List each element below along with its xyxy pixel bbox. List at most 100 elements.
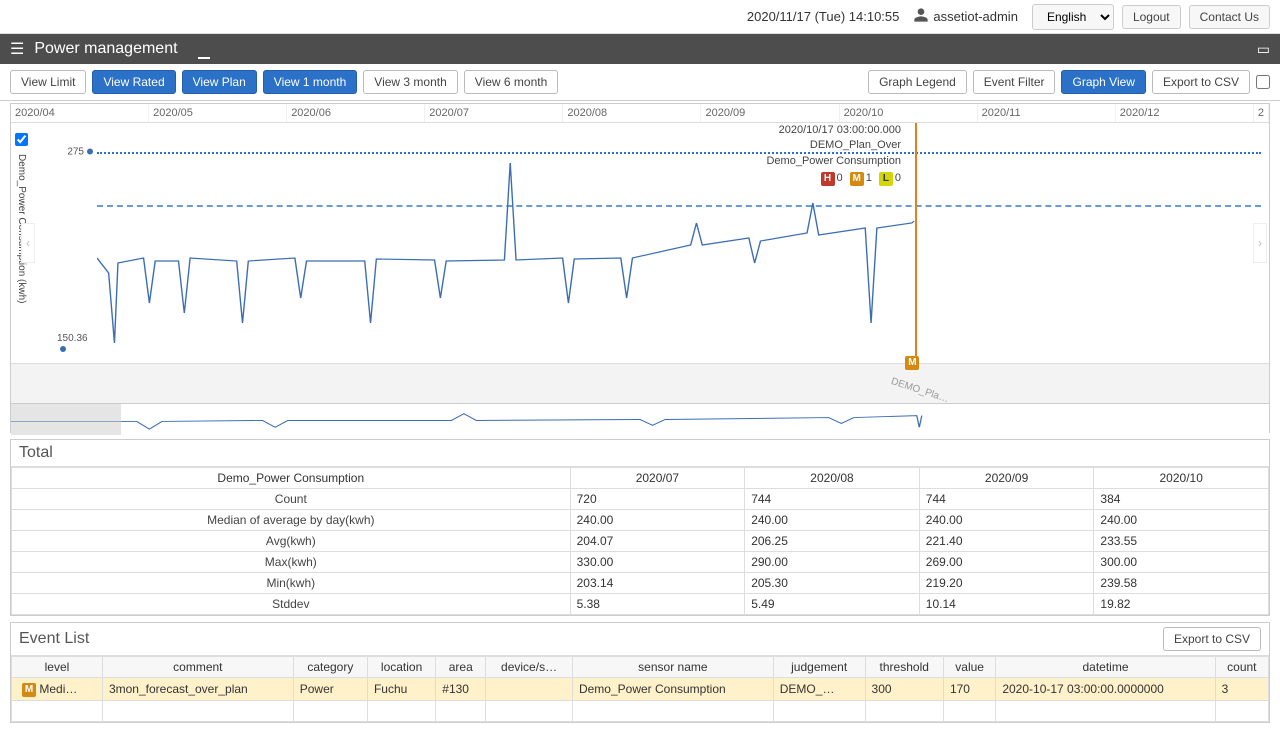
clock-text: 2020/11/17 (Tue) 14:10:55 — [747, 9, 900, 24]
view-limit-button[interactable]: View Limit — [10, 70, 86, 94]
x-axis-months: 2020/04 2020/05 2020/06 2020/07 2020/08 … — [11, 104, 1269, 123]
view-plan-button[interactable]: View Plan — [182, 70, 257, 94]
username: assetiot-admin — [933, 9, 1018, 24]
total-cell: 269.00 — [919, 552, 1094, 573]
event-col-header[interactable]: sensor name — [572, 657, 773, 678]
tooltip-series-label: Demo_Power Consumption — [766, 154, 901, 169]
language-select[interactable]: English — [1032, 4, 1114, 30]
event-col-header[interactable]: area — [436, 657, 486, 678]
view-6month-button[interactable]: View 6 month — [464, 70, 559, 94]
month-tick: 2020/06 — [287, 104, 425, 122]
total-cell: 744 — [919, 489, 1094, 510]
total-cell: 204.07 — [570, 531, 745, 552]
event-cell: #130 — [436, 678, 486, 701]
total-month-header: 2020/08 — [745, 468, 920, 489]
y-axis: 275 150.36 — [57, 123, 97, 363]
total-cell: 330.00 — [570, 552, 745, 573]
y-tick-max: 275 — [67, 146, 93, 157]
table-row: Min(kwh)203.14205.30219.20239.58 — [12, 573, 1269, 594]
total-cell: 5.49 — [745, 594, 920, 615]
overview-series — [11, 404, 1269, 435]
user-indicator: assetiot-admin — [913, 7, 1018, 26]
view-3month-button[interactable]: View 3 month — [363, 70, 458, 94]
logout-button[interactable]: Logout — [1122, 5, 1181, 29]
series-line — [97, 123, 1261, 363]
event-col-header[interactable]: comment — [102, 657, 293, 678]
total-cell: 240.00 — [745, 510, 920, 531]
layout-icon[interactable]: ▭ — [1257, 41, 1270, 58]
total-row-label: Stddev — [12, 594, 571, 615]
scroll-right-button[interactable]: › — [1253, 223, 1267, 263]
month-tick: 2 — [1254, 104, 1269, 122]
total-cell: 10.14 — [919, 594, 1094, 615]
total-cell: 221.40 — [919, 531, 1094, 552]
total-cell: 206.25 — [745, 531, 920, 552]
event-filter-button[interactable]: Event Filter — [973, 70, 1056, 94]
event-marker-label: DEMO_Pla… — [890, 376, 950, 405]
table-row: Median of average by day(kwh)240.00240.0… — [12, 510, 1269, 531]
event-cell — [486, 678, 573, 701]
view-toolbar: View Limit View Rated View Plan View 1 m… — [0, 64, 1280, 101]
event-list-panel: Event List Export to CSV levelcommentcat… — [10, 622, 1270, 723]
event-col-header[interactable]: category — [293, 657, 367, 678]
event-col-header[interactable]: datetime — [996, 657, 1215, 678]
total-month-header: 2020/10 — [1094, 468, 1269, 489]
y-axis-label: Demo_Power Consumption (kwh) — [15, 133, 28, 304]
event-cell: Power — [293, 678, 367, 701]
total-panel: Total Demo_Power Consumption 2020/07 202… — [10, 439, 1270, 616]
event-row-empty — [12, 701, 1269, 722]
threshold-line — [97, 152, 1261, 154]
series-toggle-checkbox[interactable] — [15, 133, 28, 146]
event-list-title: Event List — [19, 630, 89, 648]
user-icon — [913, 7, 929, 26]
total-cell: 239.58 — [1094, 573, 1269, 594]
event-cell: 3 — [1215, 678, 1268, 701]
event-col-header[interactable]: device/s… — [486, 657, 573, 678]
month-tick: 2020/10 — [840, 104, 978, 122]
total-cell: 384 — [1094, 489, 1269, 510]
edit-title-icon[interactable] — [198, 39, 210, 59]
total-month-header: 2020/09 — [919, 468, 1094, 489]
view-rated-button[interactable]: View Rated — [92, 70, 175, 94]
plot-area[interactable]: ‹ › 2020/10/17 03:00:00.000 DEMO_Plan_Ov… — [97, 123, 1261, 363]
event-col-header[interactable]: threshold — [865, 657, 943, 678]
event-cell: M Medi… — [12, 678, 103, 701]
total-title: Total — [19, 444, 53, 462]
title-bar: ☰ Power management ▭ — [0, 34, 1280, 64]
graph-legend-button[interactable]: Graph Legend — [868, 70, 967, 94]
export-csv-button[interactable]: Export to CSV — [1152, 70, 1250, 94]
event-marker[interactable]: M — [901, 356, 919, 370]
event-col-header[interactable]: value — [943, 657, 995, 678]
total-cell: 240.00 — [1094, 510, 1269, 531]
view-1month-button[interactable]: View 1 month — [263, 70, 358, 94]
event-col-header[interactable]: location — [367, 657, 435, 678]
scroll-left-button[interactable]: ‹ — [21, 223, 35, 263]
total-cell: 240.00 — [570, 510, 745, 531]
event-col-header[interactable]: level — [12, 657, 103, 678]
tooltip-plan-label: DEMO_Plan_Over — [766, 138, 901, 153]
menu-icon[interactable]: ☰ — [10, 39, 24, 59]
total-row-label: Max(kwh) — [12, 552, 571, 573]
event-export-csv-button[interactable]: Export to CSV — [1163, 627, 1261, 651]
total-row-label: Count — [12, 489, 571, 510]
overview-scrollbar[interactable] — [11, 403, 1269, 435]
total-cell: 240.00 — [919, 510, 1094, 531]
event-table: levelcommentcategorylocationareadevice/s… — [11, 656, 1269, 722]
contact-button[interactable]: Contact Us — [1189, 5, 1270, 29]
page-title: Power management — [34, 40, 177, 58]
total-row-label: Avg(kwh) — [12, 531, 571, 552]
event-cell: 3mon_forecast_over_plan — [102, 678, 293, 701]
level-high-badge: H — [821, 172, 835, 186]
total-cell: 290.00 — [745, 552, 920, 573]
month-tick: 2020/09 — [701, 104, 839, 122]
event-row[interactable]: M Medi…3mon_forecast_over_planPowerFuchu… — [12, 678, 1269, 701]
graph-view-button[interactable]: Graph View — [1061, 70, 1145, 94]
total-cell: 300.00 — [1094, 552, 1269, 573]
overview-range-handle[interactable] — [11, 404, 121, 435]
graph-body[interactable]: Demo_Power Consumption (kwh) 275 150.36 … — [11, 123, 1269, 363]
event-cell: 2020-10-17 03:00:00.0000000 — [996, 678, 1215, 701]
toolbar-checkbox[interactable] — [1256, 75, 1270, 89]
event-col-header[interactable]: judgement — [773, 657, 865, 678]
month-tick: 2020/08 — [563, 104, 701, 122]
event-col-header[interactable]: count — [1215, 657, 1268, 678]
